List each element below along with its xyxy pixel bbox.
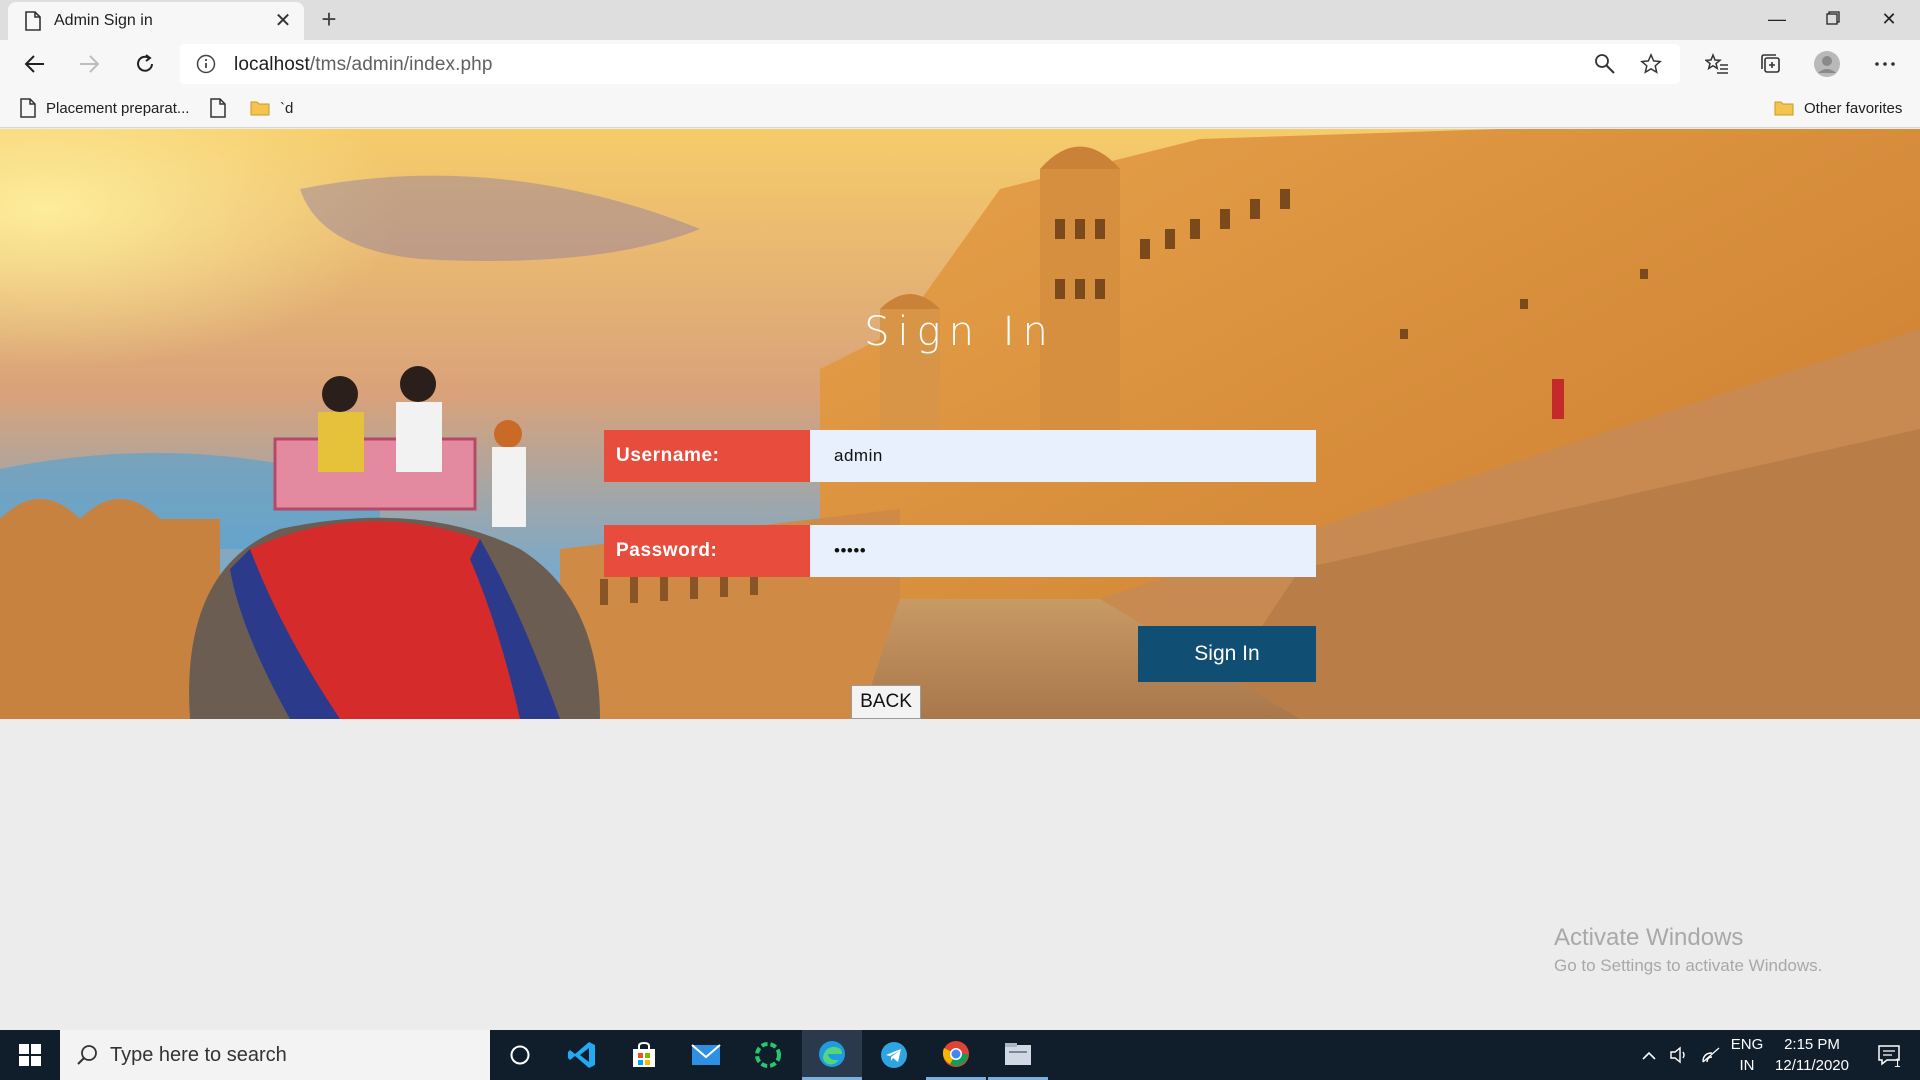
watermark-title: Activate Windows — [1554, 924, 1744, 951]
language-indicator[interactable]: ENG IN — [1728, 1034, 1766, 1076]
vscode-icon[interactable] — [552, 1030, 612, 1080]
chrome-icon[interactable] — [926, 1030, 986, 1080]
password-label: Password: — [604, 525, 822, 577]
cortana-icon[interactable] — [490, 1030, 550, 1080]
close-window-button[interactable]: ✕ — [1866, 0, 1912, 38]
windows-logo-icon — [19, 1044, 41, 1066]
tab-title: Admin Sign in — [54, 12, 153, 29]
search-placeholder: Type here to search — [110, 1044, 287, 1066]
browser-toolbar: localhost/tms/admin/index.php — [0, 40, 1920, 88]
forward-nav-button[interactable] — [72, 48, 106, 80]
search-zoom-icon[interactable] — [1592, 52, 1618, 76]
browser-tab-strip: Admin Sign in ✕ + — ✕ — [0, 0, 1920, 40]
more-menu-button[interactable] — [1868, 48, 1902, 80]
edge-icon[interactable] — [802, 1030, 862, 1080]
search-icon — [77, 1045, 97, 1065]
store-icon[interactable] — [614, 1030, 674, 1080]
collections-icon — [1761, 54, 1780, 73]
clock-time: 2:15 PM — [1784, 1036, 1840, 1053]
info-icon[interactable] — [196, 54, 216, 74]
profile-button[interactable] — [1810, 48, 1844, 80]
show-hidden-icons-chevron-up-icon[interactable] — [1636, 1030, 1662, 1080]
windows-taskbar: Type here to search ENG IN 2:15 PM 12/11… — [0, 1030, 1920, 1080]
start-button[interactable] — [0, 1030, 60, 1080]
reload-icon — [137, 54, 153, 72]
telegram-icon[interactable] — [864, 1030, 924, 1080]
restore-window-button[interactable] — [1810, 0, 1856, 38]
ellipsis-icon — [1875, 62, 1895, 66]
activate-windows-watermark: Activate Windows Go to Settings to activ… — [1554, 924, 1822, 976]
folder-icon — [250, 101, 270, 116]
restore-icon — [1826, 11, 1840, 25]
bookmark-item[interactable]: Placement preparat... — [20, 96, 189, 120]
favorites-list-button[interactable] — [1700, 48, 1734, 80]
username-label: Username: — [604, 430, 822, 482]
progress-app-icon[interactable] — [738, 1030, 798, 1080]
minimize-window-button[interactable]: — — [1754, 0, 1800, 38]
arrow-left-icon — [24, 55, 44, 73]
page-icon — [25, 11, 41, 31]
folder-icon — [1774, 101, 1794, 116]
notification-count: 1 — [1894, 1056, 1901, 1070]
volume-icon[interactable] — [1664, 1030, 1694, 1080]
page-icon — [210, 98, 226, 118]
page-title: Sign In — [864, 309, 1056, 355]
clock[interactable]: 2:15 PM 12/11/2020 — [1766, 1034, 1858, 1076]
password-input[interactable] — [810, 525, 1316, 577]
close-tab-icon[interactable]: ✕ — [272, 10, 294, 32]
collections-button[interactable] — [1754, 48, 1788, 80]
star-favorite-icon[interactable] — [1638, 52, 1664, 76]
explorer-icon[interactable] — [988, 1030, 1048, 1080]
hero-background: Sign In Username: Password: Sign In BACK — [0, 129, 1920, 719]
arrow-right-icon — [80, 55, 100, 73]
username-input[interactable] — [810, 430, 1316, 482]
sign-in-button[interactable]: Sign In — [1138, 626, 1316, 682]
clock-date: 12/11/2020 — [1775, 1057, 1849, 1074]
wifi-icon[interactable] — [1696, 1030, 1726, 1080]
url-text[interactable]: localhost/tms/admin/index.php — [234, 54, 492, 76]
username-row: Username: — [604, 430, 1316, 482]
password-row: Password: — [604, 525, 1316, 577]
page-icon — [20, 98, 36, 118]
back-button[interactable]: BACK — [851, 685, 921, 719]
browser-tab-active[interactable]: Admin Sign in ✕ — [8, 2, 304, 40]
reload-button[interactable] — [128, 48, 162, 80]
bookmarks-bar: Placement preparat... `d Other favorites — [0, 88, 1920, 128]
other-favorites-folder[interactable]: Other favorites — [1774, 96, 1902, 120]
notification-center-button[interactable]: 1 — [1864, 1030, 1916, 1080]
avatar-icon — [1814, 51, 1840, 77]
taskbar-search-box[interactable]: Type here to search — [60, 1030, 490, 1080]
bookmark-folder[interactable]: `d — [250, 96, 293, 120]
favorites-icon — [1705, 53, 1728, 74]
mail-icon[interactable] — [676, 1030, 736, 1080]
back-nav-button[interactable] — [18, 48, 52, 80]
new-tab-button[interactable]: + — [316, 6, 342, 32]
fort-landscape-image — [0, 129, 1920, 719]
bookmark-item[interactable] — [210, 96, 236, 120]
address-bar[interactable]: localhost/tms/admin/index.php — [180, 44, 1680, 84]
watermark-subtitle: Go to Settings to activate Windows. — [1554, 956, 1823, 975]
